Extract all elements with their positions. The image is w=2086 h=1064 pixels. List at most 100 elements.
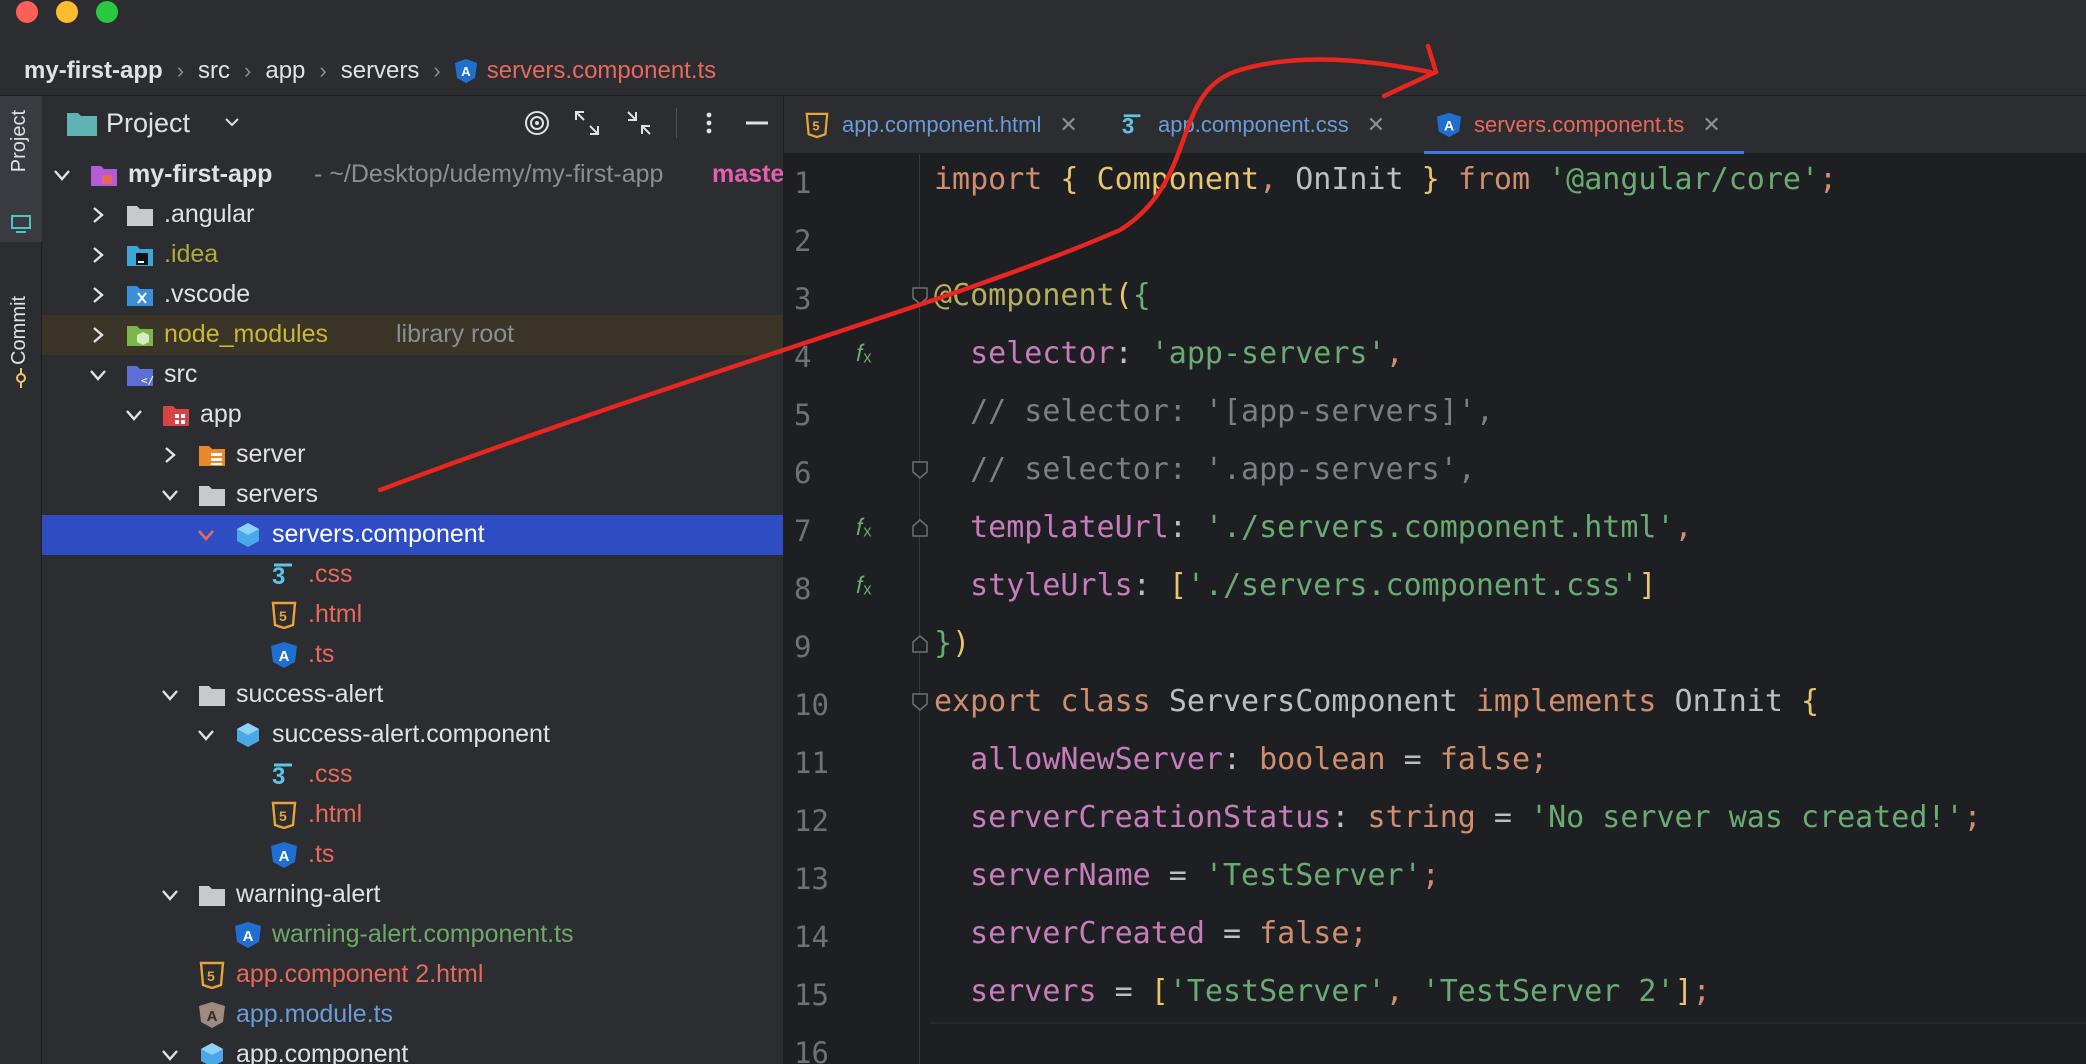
tree-label: .vscode <box>164 280 251 308</box>
chevron-down-icon[interactable] <box>194 523 218 547</box>
project-view-selector[interactable]: Project <box>106 108 190 139</box>
tree-row-node-modules[interactable]: node_modules library root <box>42 315 783 355</box>
breadcrumb-item[interactable]: servers.component.ts <box>487 57 716 85</box>
source-folder-icon: </> <box>127 366 154 387</box>
folder-icon <box>199 686 225 706</box>
more-options-icon[interactable] <box>694 108 724 138</box>
code-line: serverCreationStatus: string = 'No serve… <box>934 800 1982 835</box>
chevron-right-icon: › <box>176 58 185 83</box>
hide-panel-icon[interactable] <box>742 108 772 138</box>
html-file-icon: 5 <box>199 961 225 989</box>
tree-row-servers-component[interactable]: servers.component <box>42 515 783 555</box>
tree-row-app-component-2-html[interactable]: 5 app.component 2.html <box>42 955 783 995</box>
tree-row-src[interactable]: </> src <box>42 355 783 395</box>
tree-row-app-module-ts[interactable]: A app.module.ts <box>42 995 783 1035</box>
angular-icon: A <box>235 922 261 948</box>
chevron-right-icon[interactable] <box>86 323 110 347</box>
close-tab-icon[interactable]: ✕ <box>1367 112 1385 138</box>
function-navigate-icon[interactable]: 𝑓ₓ <box>856 514 871 542</box>
tab-app-component-css[interactable]: 3 app.component.css ✕ <box>1120 96 1410 154</box>
close-tab-icon[interactable]: ✕ <box>1059 112 1077 138</box>
svg-text:5: 5 <box>279 808 287 824</box>
function-navigate-icon[interactable]: 𝑓ₓ <box>856 572 871 600</box>
function-navigate-icon[interactable]: 𝑓ₓ <box>856 340 871 368</box>
line-number: 15 <box>794 978 829 1012</box>
tree-row-app[interactable]: app <box>42 395 783 435</box>
folder-icon <box>67 113 97 136</box>
breadcrumb-item[interactable]: src <box>198 57 230 85</box>
tree-row-html[interactable]: 5 .html <box>42 595 783 635</box>
tree-label: app.module.ts <box>236 1000 394 1028</box>
tree-row-server[interactable]: server <box>42 435 783 475</box>
server-folder-icon <box>199 446 225 466</box>
expand-all-icon[interactable] <box>572 108 602 138</box>
tree-row-servers[interactable]: servers <box>42 475 783 515</box>
chevron-right-icon[interactable] <box>86 283 110 307</box>
tab-app-component-html[interactable]: 5 app.component.html ✕ <box>804 96 1104 154</box>
tree-label: servers.component <box>272 520 485 548</box>
project-tool-button[interactable]: Project <box>0 96 42 242</box>
tree-row-success-alert[interactable]: success-alert <box>42 675 783 715</box>
tree-row-my-first-app[interactable]: my-first-app - ~/Desktop/udemy/my-first-… <box>42 155 783 195</box>
css-file-icon: 3 <box>272 763 292 789</box>
chevron-right-icon[interactable] <box>86 203 110 227</box>
fold-icon[interactable] <box>910 634 930 654</box>
tree-row-vscode[interactable]: .vscode <box>42 275 783 315</box>
tree-label: .idea <box>164 240 219 268</box>
intellij-folder-icon <box>127 246 153 266</box>
tab-servers-component-ts[interactable]: A servers.component.ts ✕ <box>1424 96 1744 154</box>
maximize-window-button[interactable] <box>96 1 118 23</box>
commit-tool-button[interactable]: Commit <box>0 292 42 392</box>
breadcrumb-item[interactable]: servers <box>341 57 420 85</box>
chevron-down-icon[interactable] <box>194 723 218 747</box>
chevron-down-icon[interactable] <box>50 163 74 187</box>
close-tab-icon[interactable]: ✕ <box>1702 112 1720 138</box>
close-window-button[interactable] <box>16 1 38 23</box>
tree-label: my-first-app <box>128 160 273 188</box>
component-cube-icon <box>237 523 259 547</box>
tree-label: .angular <box>164 200 255 228</box>
tree-row-ts[interactable]: A .ts <box>42 635 783 675</box>
tree-row-idea[interactable]: .idea <box>42 235 783 275</box>
code-line: styleUrls: ['./servers.component.css'] <box>934 568 1657 603</box>
current-line-divider <box>930 1022 2086 1024</box>
chevron-down-icon[interactable] <box>122 403 146 427</box>
tree-note: library root <box>396 320 515 348</box>
tree-label: success-alert <box>236 680 384 708</box>
fold-icon[interactable] <box>910 286 930 306</box>
chevron-right-icon[interactable] <box>86 243 110 267</box>
fold-icon[interactable] <box>910 460 930 480</box>
target-icon[interactable] <box>522 108 552 138</box>
svg-text:A: A <box>207 1008 218 1025</box>
code-editor[interactable]: 1 2 3 4 5 6 7 8 9 10 11 12 13 14 15 16 𝑓… <box>784 154 2086 1064</box>
chevron-down-icon[interactable] <box>158 1043 182 1064</box>
tree-row-html[interactable]: 5 .html <box>42 795 783 835</box>
tree-label: .ts <box>308 840 335 868</box>
chevron-down-icon[interactable] <box>158 883 182 907</box>
tab-label: servers.component.ts <box>1474 112 1685 137</box>
chevron-down-icon[interactable] <box>86 363 110 387</box>
line-number: 10 <box>794 688 829 722</box>
breadcrumb-item[interactable]: my-first-app <box>24 57 163 85</box>
collapse-all-icon[interactable] <box>624 108 654 138</box>
tree-row-app-component[interactable]: app.component <box>42 1035 783 1064</box>
chevron-down-icon[interactable] <box>158 683 182 707</box>
chevron-right-icon[interactable] <box>158 443 182 467</box>
tree-row-ts[interactable]: A .ts <box>42 835 783 875</box>
tree-row-css[interactable]: 3 .css <box>42 755 783 795</box>
code-line: @Component({ <box>934 278 1151 313</box>
line-number: 1 <box>794 166 812 200</box>
tree-row-css[interactable]: 3 .css <box>42 555 783 595</box>
tree-label: warning-alert <box>236 880 381 908</box>
tree-row-angular[interactable]: .angular <box>42 195 783 235</box>
minimize-window-button[interactable] <box>56 1 78 23</box>
tree-row-warning-alert[interactable]: warning-alert <box>42 875 783 915</box>
svg-text:A: A <box>243 928 254 945</box>
fold-icon[interactable] <box>910 692 930 712</box>
tree-row-warning-alert-component-ts[interactable]: A warning-alert.component.ts <box>42 915 783 955</box>
fold-icon[interactable] <box>910 518 930 538</box>
chevron-down-icon[interactable] <box>222 112 242 132</box>
breadcrumb-item[interactable]: app <box>265 57 305 85</box>
chevron-down-icon[interactable] <box>158 483 182 507</box>
tree-row-success-alert-component[interactable]: success-alert.component <box>42 715 783 755</box>
